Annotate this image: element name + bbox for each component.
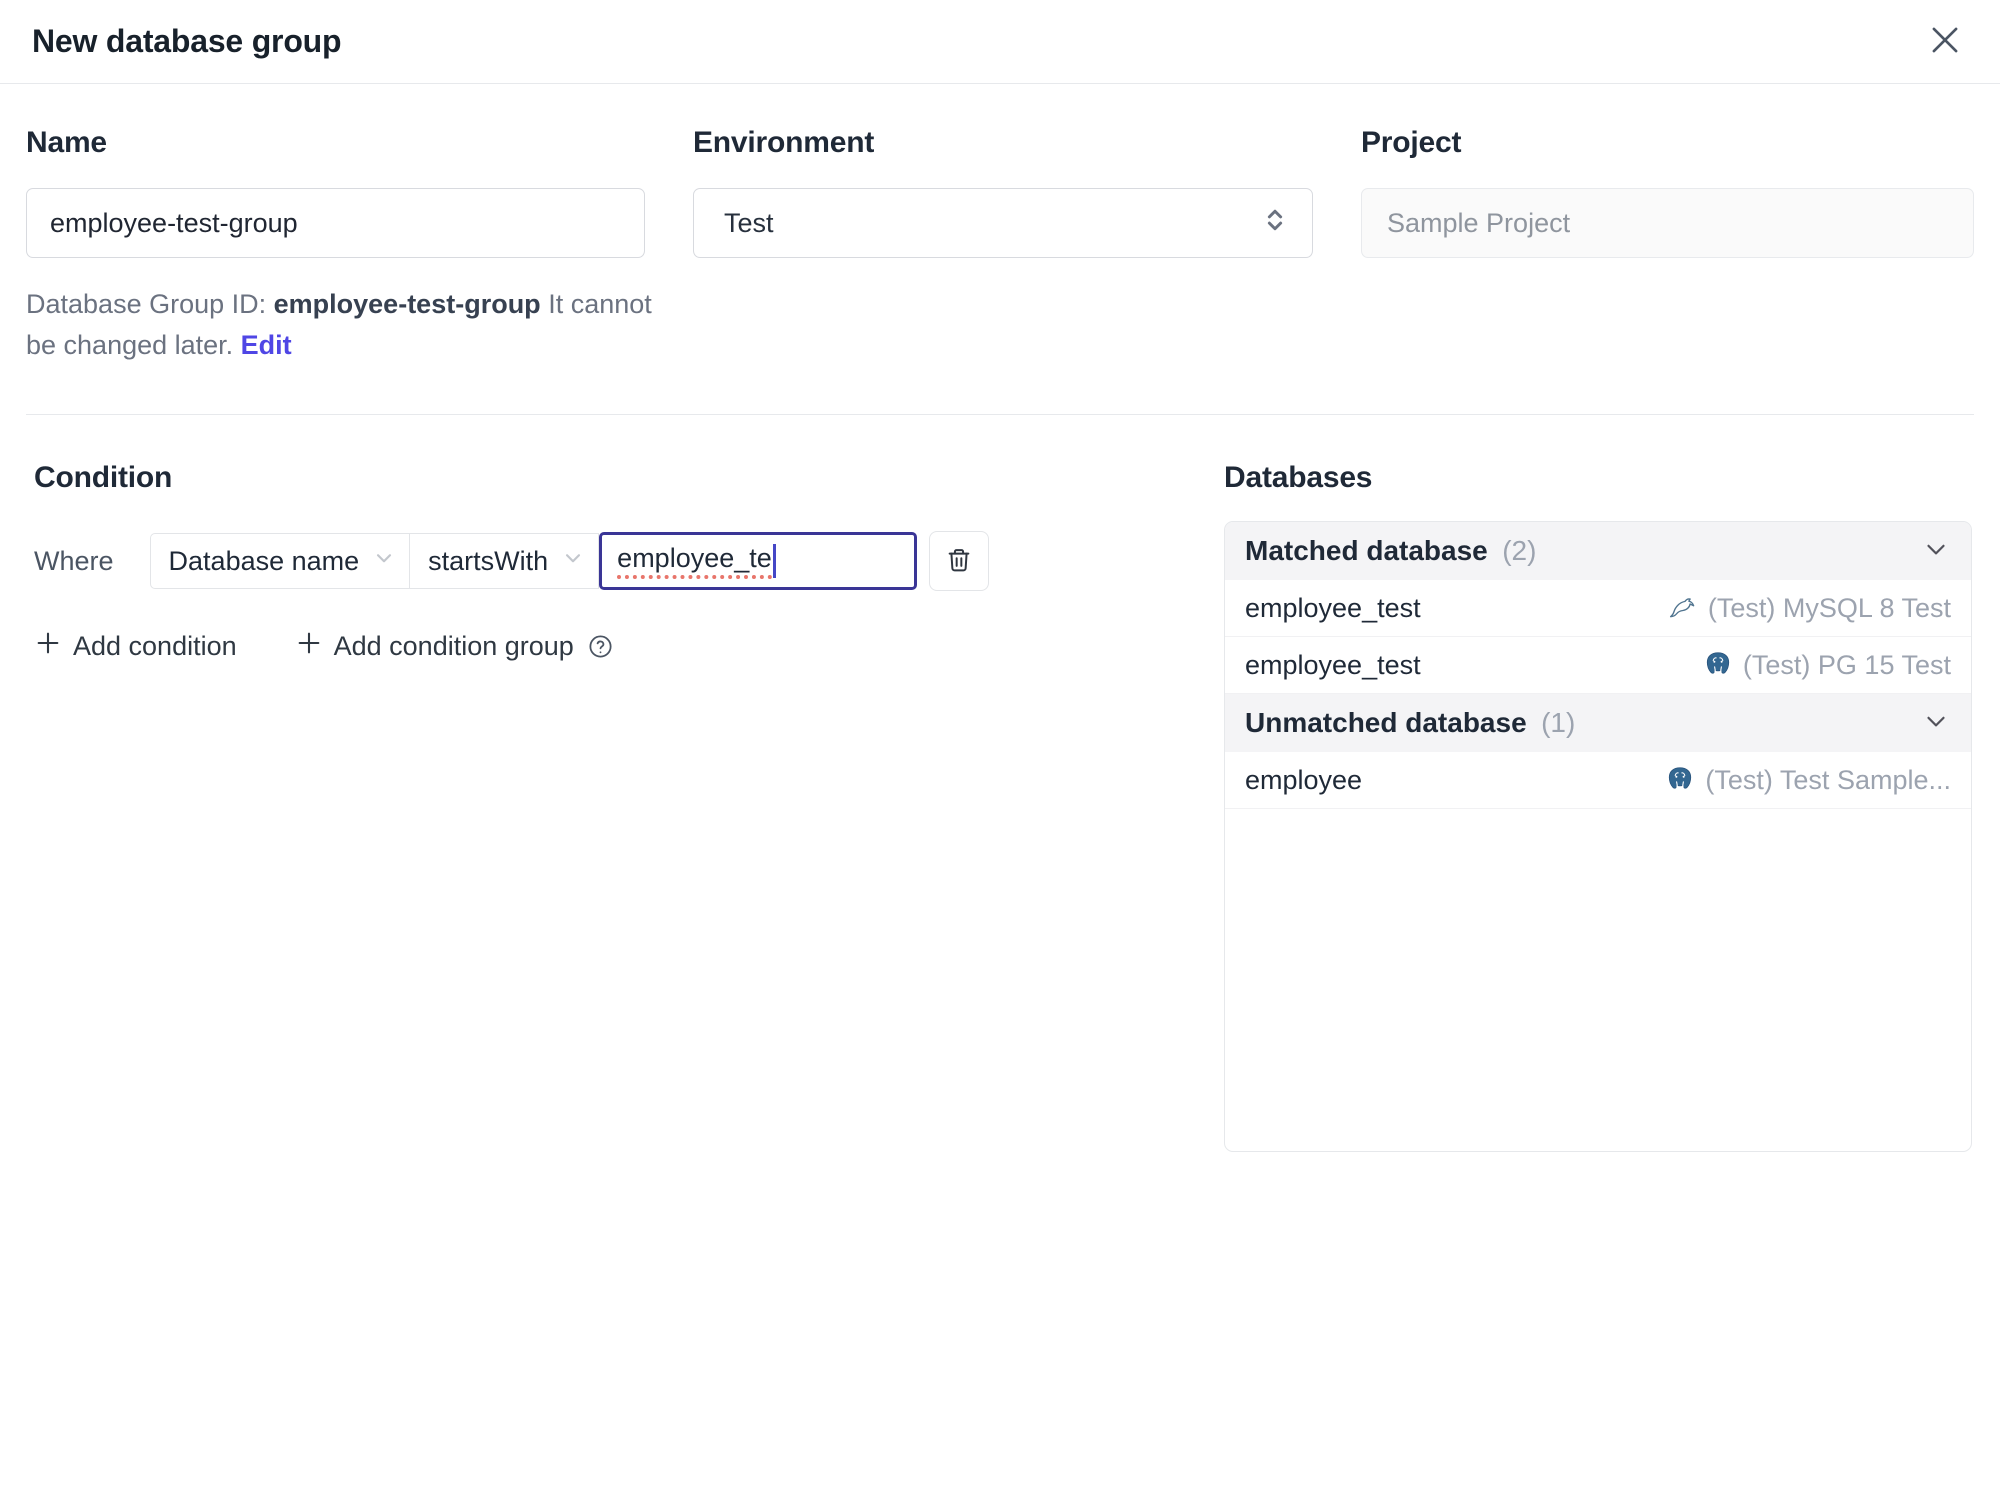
plus-icon — [34, 629, 62, 664]
postgres-icon — [1665, 765, 1695, 795]
name-input-value: employee-test-group — [50, 207, 298, 238]
databases-section: Databases Matched database (2) employee_… — [1224, 461, 1972, 1152]
database-name: employee_test — [1245, 592, 1421, 623]
condition-field-select[interactable]: Database name — [149, 533, 410, 589]
condition-actions: Add condition Add condition group — [34, 629, 1224, 664]
condition-section: Condition Where Database name startsWith — [26, 461, 1224, 1152]
project-input-value: Sample Project — [1387, 207, 1571, 238]
databases-title: Databases — [1224, 461, 1373, 494]
unmatched-database-header[interactable]: Unmatched database (1) — [1225, 694, 1971, 752]
name-field-group: Name employee-test-group Database Group … — [26, 126, 652, 366]
database-instance: (Test) Test Sample... — [1665, 765, 1951, 796]
condition-field-value: Database name — [168, 545, 360, 576]
name-input[interactable]: employee-test-group — [26, 188, 645, 258]
name-label: Name — [26, 126, 107, 159]
chevron-down-icon — [1921, 534, 1951, 569]
add-condition-label: Add condition — [73, 631, 237, 661]
database-row[interactable]: employee_test (Test) MySQL 8 Test — [1225, 580, 1971, 637]
condition-operator-select[interactable]: startsWith — [409, 533, 600, 589]
chevron-down-icon — [371, 545, 397, 578]
project-label: Project — [1361, 126, 1462, 159]
condition-value-input[interactable]: employee_te — [599, 532, 918, 590]
section-divider — [26, 414, 1974, 415]
database-name: employee — [1245, 764, 1363, 795]
database-instance-label: (Test) PG 15 Test — [1742, 649, 1951, 680]
close-icon — [1926, 21, 1964, 62]
database-instance-label: (Test) MySQL 8 Test — [1707, 592, 1951, 623]
chevron-down-icon — [560, 545, 586, 578]
database-instance: (Test) PG 15 Test — [1703, 650, 1951, 681]
matched-database-header[interactable]: Matched database (2) — [1225, 522, 1971, 580]
databases-panel: Matched database (2) employee_test (Test… — [1224, 521, 1972, 1152]
edit-group-id-link[interactable]: Edit — [241, 330, 292, 360]
condition-operator-value: startsWith — [428, 545, 549, 576]
chevron-down-icon — [1921, 706, 1951, 741]
matched-database-label: Matched database — [1245, 535, 1488, 566]
unmatched-database-label: Unmatched database — [1245, 707, 1527, 738]
delete-condition-button[interactable] — [929, 531, 990, 591]
postgres-icon — [1703, 650, 1733, 680]
condition-title: Condition — [34, 461, 173, 494]
where-label: Where — [34, 545, 114, 576]
project-field-group: Project Sample Project — [1361, 126, 1974, 366]
stepper-chevrons-icon — [1260, 205, 1290, 242]
environment-field-group: Environment Test — [693, 126, 1313, 366]
add-condition-group-label: Add condition group — [333, 631, 574, 661]
matched-database-count: (2) — [1502, 535, 1537, 566]
environment-label: Environment — [693, 126, 875, 159]
condition-value-text: employee_te — [617, 543, 772, 579]
database-name: employee_test — [1245, 649, 1421, 680]
database-row[interactable]: employee (Test) Test Sample... — [1225, 752, 1971, 809]
add-condition-button[interactable]: Add condition — [34, 629, 237, 664]
unmatched-database-count: (1) — [1541, 707, 1576, 738]
environment-select-value: Test — [724, 207, 774, 238]
environment-select[interactable]: Test — [693, 188, 1313, 258]
plus-icon — [295, 629, 323, 664]
text-caret — [772, 544, 776, 578]
condition-row: Where Database name startsWith employee_… — [34, 531, 1224, 591]
form-row: Name employee-test-group Database Group … — [26, 126, 1974, 366]
close-button[interactable] — [1926, 21, 1964, 62]
project-input: Sample Project — [1361, 188, 1974, 258]
database-row[interactable]: employee_test (Test) PG 15 Test — [1225, 637, 1971, 694]
group-id-value: employee-test-group — [273, 289, 541, 319]
help-circle-icon — [587, 633, 614, 660]
mysql-icon — [1668, 593, 1698, 623]
page-title: New database group — [32, 23, 342, 59]
trash-icon — [945, 546, 973, 577]
database-instance-label: (Test) Test Sample... — [1705, 764, 1951, 795]
dialog-header: New database group — [0, 0, 2000, 84]
group-id-note-prefix: Database Group ID: — [26, 289, 274, 319]
database-instance: (Test) MySQL 8 Test — [1668, 593, 1951, 624]
add-condition-group-button[interactable]: Add condition group — [295, 629, 614, 664]
group-id-note: Database Group ID: employee-test-group I… — [26, 284, 666, 366]
